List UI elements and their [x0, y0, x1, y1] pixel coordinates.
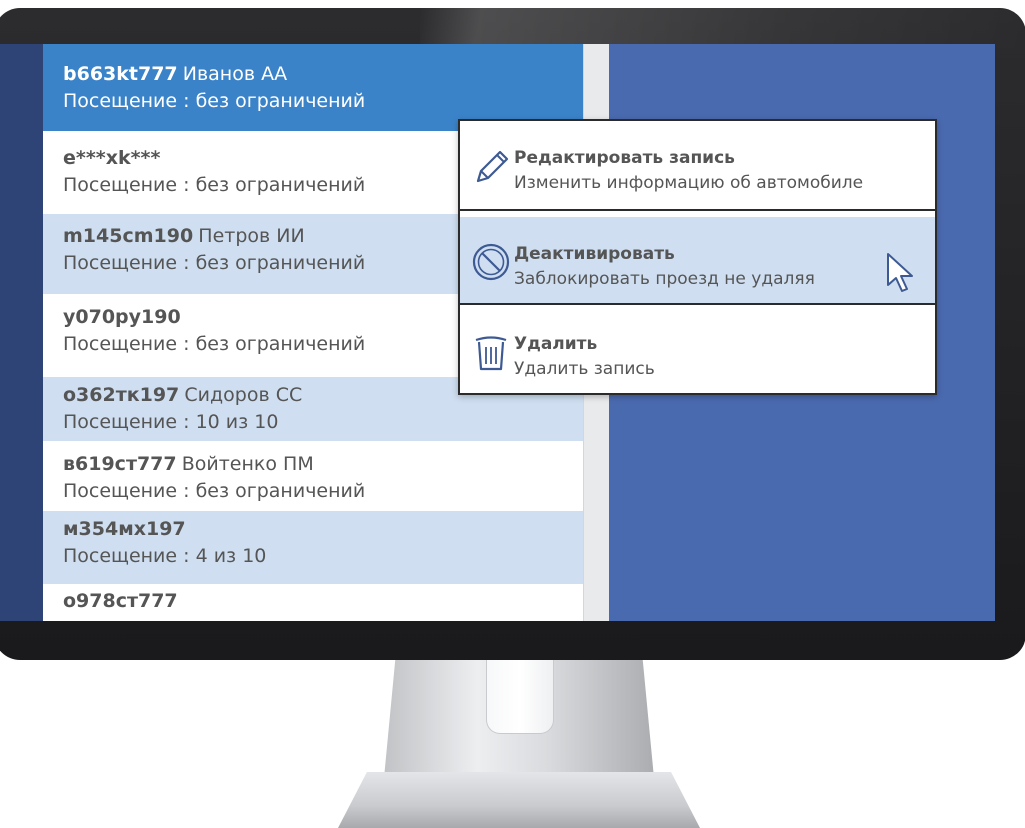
- monitor-stand-base: [338, 772, 700, 828]
- list-item[interactable]: м354мх197 Посещение : 4 из 10: [43, 511, 583, 584]
- visit-status: Посещение : 10 из 10: [63, 411, 279, 433]
- context-menu: Редактировать запись Изменить информацию…: [458, 119, 937, 395]
- plate-number: в619ст777: [63, 453, 177, 475]
- visit-status: Посещение : 4 из 10: [63, 545, 267, 567]
- plate-number: m145cm190: [63, 225, 194, 247]
- menu-item-description: Удалить запись: [514, 359, 655, 379]
- menu-item-title: Деактивировать: [514, 244, 675, 264]
- plate-number: о362тк197: [63, 384, 180, 406]
- trash-icon: [475, 336, 507, 371]
- owner-name: Иванов АА: [182, 63, 288, 85]
- menu-item-description: Заблокировать проезд не удаляя: [514, 269, 815, 289]
- list-item[interactable]: b663kt777 Иванов АА Посещение : без огра…: [43, 44, 583, 131]
- plate-number: e***xk***: [63, 147, 161, 169]
- menu-item-title: Редактировать запись: [514, 148, 735, 168]
- list-item[interactable]: о978ст777: [43, 584, 583, 621]
- menu-item-edit[interactable]: Редактировать запись Изменить информацию…: [460, 121, 935, 211]
- pencil-icon: [476, 150, 509, 183]
- plate-number: о978ст777: [63, 590, 178, 612]
- list-item[interactable]: в619ст777 Войтенко ПМ Посещение : без ог…: [43, 441, 583, 511]
- menu-item-deactivate[interactable]: Деактивировать Заблокировать проезд не у…: [460, 217, 935, 305]
- menu-item-description: Изменить информацию об автомобиле: [514, 173, 864, 193]
- menu-item-title: Удалить: [514, 334, 598, 354]
- plate-number: y070py190: [63, 306, 181, 328]
- screen-left-panel: [0, 44, 43, 621]
- menu-item-delete[interactable]: Удалить Удалить запись: [460, 307, 935, 397]
- visit-status: Посещение : без ограничений: [63, 480, 366, 502]
- mouse-cursor-icon: [887, 253, 913, 292]
- owner-name: Сидоров СС: [184, 384, 303, 406]
- bezel-reflection: [420, 8, 1025, 48]
- owner-name: Петров ИИ: [198, 225, 305, 247]
- owner-name: Войтенко ПМ: [181, 453, 314, 475]
- plate-number: b663kt777: [63, 63, 178, 85]
- visit-status: Посещение : без ограничений: [63, 90, 366, 112]
- plate-number: м354мх197: [63, 518, 186, 540]
- block-icon: [472, 243, 510, 281]
